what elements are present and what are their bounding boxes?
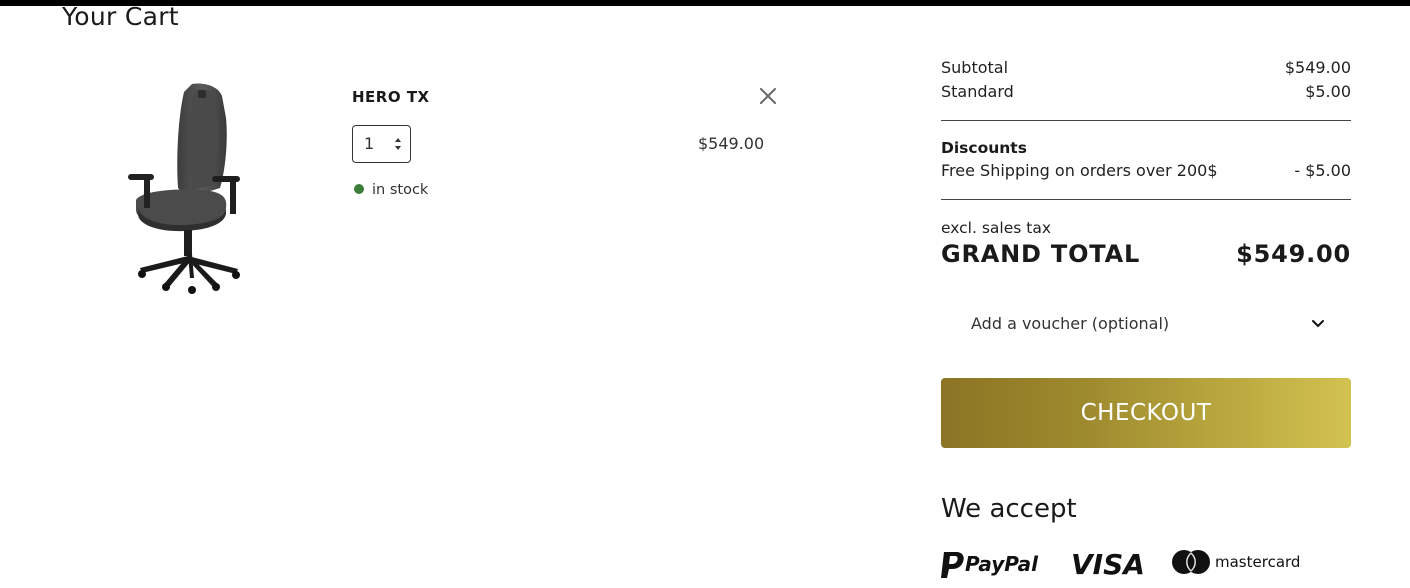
subtotal-row: Subtotal $549.00 — [941, 56, 1351, 80]
shipping-row: Standard $5.00 — [941, 80, 1351, 104]
shipping-label: Standard — [941, 82, 1014, 101]
paypal-logo: PayPal — [941, 546, 1051, 584]
payment-methods-title: We accept — [941, 494, 1077, 524]
discounts-heading: Discounts — [941, 139, 1027, 157]
discount-row: Free Shipping on orders over 200$ - $5.0… — [941, 159, 1351, 183]
grand-total-label: GRAND TOTAL — [941, 240, 1141, 268]
line-item-price: $549.00 — [698, 134, 765, 153]
tax-note: excl. sales tax — [941, 219, 1052, 237]
subtotal-label: Subtotal — [941, 58, 1009, 77]
order-summary: Subtotal $549.00 Standard $5.00 Discount… — [941, 56, 1351, 269]
payment-logos: PayPal VISA mastercard — [941, 546, 1321, 581]
quantity-value: 1 — [364, 134, 375, 153]
top-bar — [0, 0, 1410, 6]
product-image — [100, 78, 260, 298]
mastercard-wordmark: mastercard — [1215, 553, 1300, 571]
close-icon — [760, 88, 776, 104]
stock-indicator-dot — [354, 184, 364, 194]
shipping-value: $5.00 — [1305, 82, 1351, 101]
grand-total-value: $549.00 — [1236, 240, 1351, 268]
stock-status: in stock — [354, 182, 428, 198]
voucher-toggle[interactable]: Add a voucher (optional) — [941, 306, 1351, 342]
visa-wordmark: VISA — [1071, 548, 1145, 580]
discount-label: Free Shipping on orders over 200$ — [941, 161, 1218, 180]
subtotal-value: $549.00 — [1284, 58, 1351, 77]
stock-status-label: in stock — [372, 182, 429, 198]
visa-logo: VISA — [1069, 546, 1149, 584]
product-name[interactable]: HERO TX — [352, 88, 430, 106]
quantity-select[interactable]: 1 — [352, 125, 411, 163]
mastercard-logo: mastercard — [1171, 546, 1321, 584]
page-title: Your Cart — [62, 2, 179, 31]
chevron-down-icon — [1312, 320, 1324, 328]
updown-arrows-icon — [395, 138, 401, 150]
voucher-label: Add a voucher (optional) — [971, 314, 1170, 333]
grand-total-row: GRAND TOTAL $549.00 — [941, 239, 1351, 269]
checkout-button[interactable]: CHECKOUT — [941, 378, 1351, 448]
remove-item-button[interactable] — [757, 85, 779, 107]
paypal-wordmark: PayPal — [965, 552, 1039, 576]
discount-value: - $5.00 — [1294, 161, 1351, 180]
